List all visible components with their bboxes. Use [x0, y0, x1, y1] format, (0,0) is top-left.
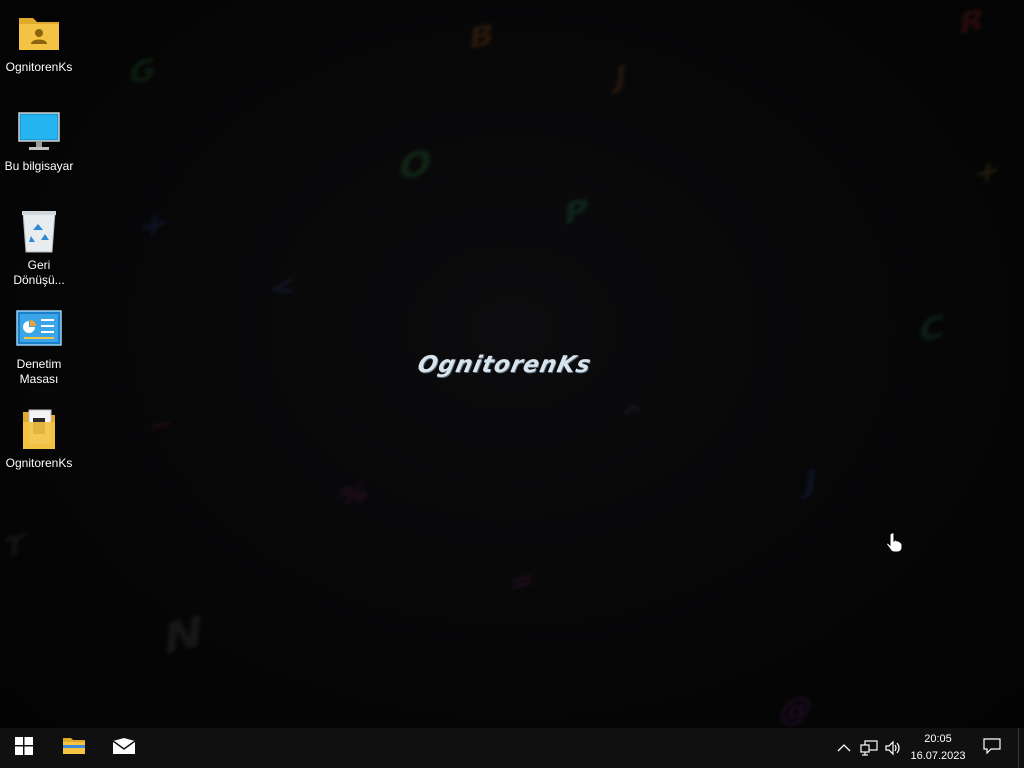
network-icon[interactable] [858, 728, 880, 768]
start-button[interactable] [0, 728, 48, 768]
wallpaper-glyph: N [161, 606, 206, 665]
file-explorer-button[interactable] [50, 728, 98, 768]
wallpaper-glyph: + [137, 201, 172, 249]
desktop-icon-label: OgnitorenKs [5, 456, 73, 470]
notification-center-button[interactable] [978, 728, 1006, 768]
windows-logo-icon [15, 736, 33, 760]
desktop-icon-recycle-bin[interactable]: Geri Dönüşü... [2, 208, 76, 288]
folder-icon [62, 736, 86, 761]
show-desktop-button[interactable] [1018, 728, 1024, 768]
wallpaper-glyph: C [917, 307, 946, 351]
wallpaper-glyph: + [972, 152, 1003, 193]
taskbar-clock[interactable]: 20:05 16.07.2023 [904, 728, 972, 768]
desktop-icon-this-pc[interactable]: Bu bilgisayar [2, 109, 76, 174]
wallpaper-glyph: = [507, 562, 536, 601]
hand-cursor-icon [886, 532, 904, 557]
wallpaper-glyph: R [957, 2, 986, 43]
folder-document-icon [15, 406, 63, 452]
volume-icon[interactable] [882, 728, 904, 768]
wallpaper-glyph: B [467, 17, 496, 58]
user-folder-icon [15, 10, 63, 56]
wallpaper-glyph: ^ [617, 397, 646, 436]
wallpaper-glyph: @ [777, 686, 815, 728]
wallpaper-glyph: T [2, 528, 27, 565]
monitor-icon [15, 109, 63, 155]
desktop-icon-label: Denetim Masası [16, 357, 62, 386]
wallpaper-glyph: P [562, 192, 590, 233]
wallpaper-glyph: < [267, 267, 298, 308]
desktop-icon-user-folder[interactable]: OgnitorenKs [2, 10, 76, 75]
desktop-icon-document-folder[interactable]: OgnitorenKs [2, 406, 76, 471]
wallpaper-glyph: G [127, 52, 157, 93]
taskbar: 20:05 16.07.2023 [0, 728, 1024, 768]
desktop-icon-label: Geri Dönüşü... [13, 258, 65, 287]
wallpaper-glyph: ~ [147, 407, 174, 443]
desktop[interactable]: B J O P G + < C R + ^ ~ % J = N @ T Ogni… [0, 0, 1024, 728]
wallpaper-watermark: OgnitorenKs [415, 352, 594, 378]
wallpaper-glyph: J [803, 464, 819, 501]
clock-date: 16.07.2023 [910, 750, 966, 762]
desktop-icon-control-panel[interactable]: Denetim Masası [2, 307, 76, 387]
recycle-bin-icon [15, 208, 63, 254]
wallpaper-glyph: O [397, 141, 434, 190]
desktop-icon-label: Bu bilgisayar [4, 159, 74, 173]
mail-button[interactable] [100, 728, 148, 768]
mail-icon [112, 737, 136, 760]
wallpaper-glyph: % [337, 477, 369, 513]
desktop-icon-label: OgnitorenKs [5, 60, 73, 74]
wallpaper-glyph: J [613, 59, 629, 96]
control-panel-icon [15, 307, 63, 353]
notification-icon [983, 737, 1001, 759]
chevron-up-icon[interactable] [834, 728, 854, 768]
clock-time: 20:05 [924, 733, 952, 745]
